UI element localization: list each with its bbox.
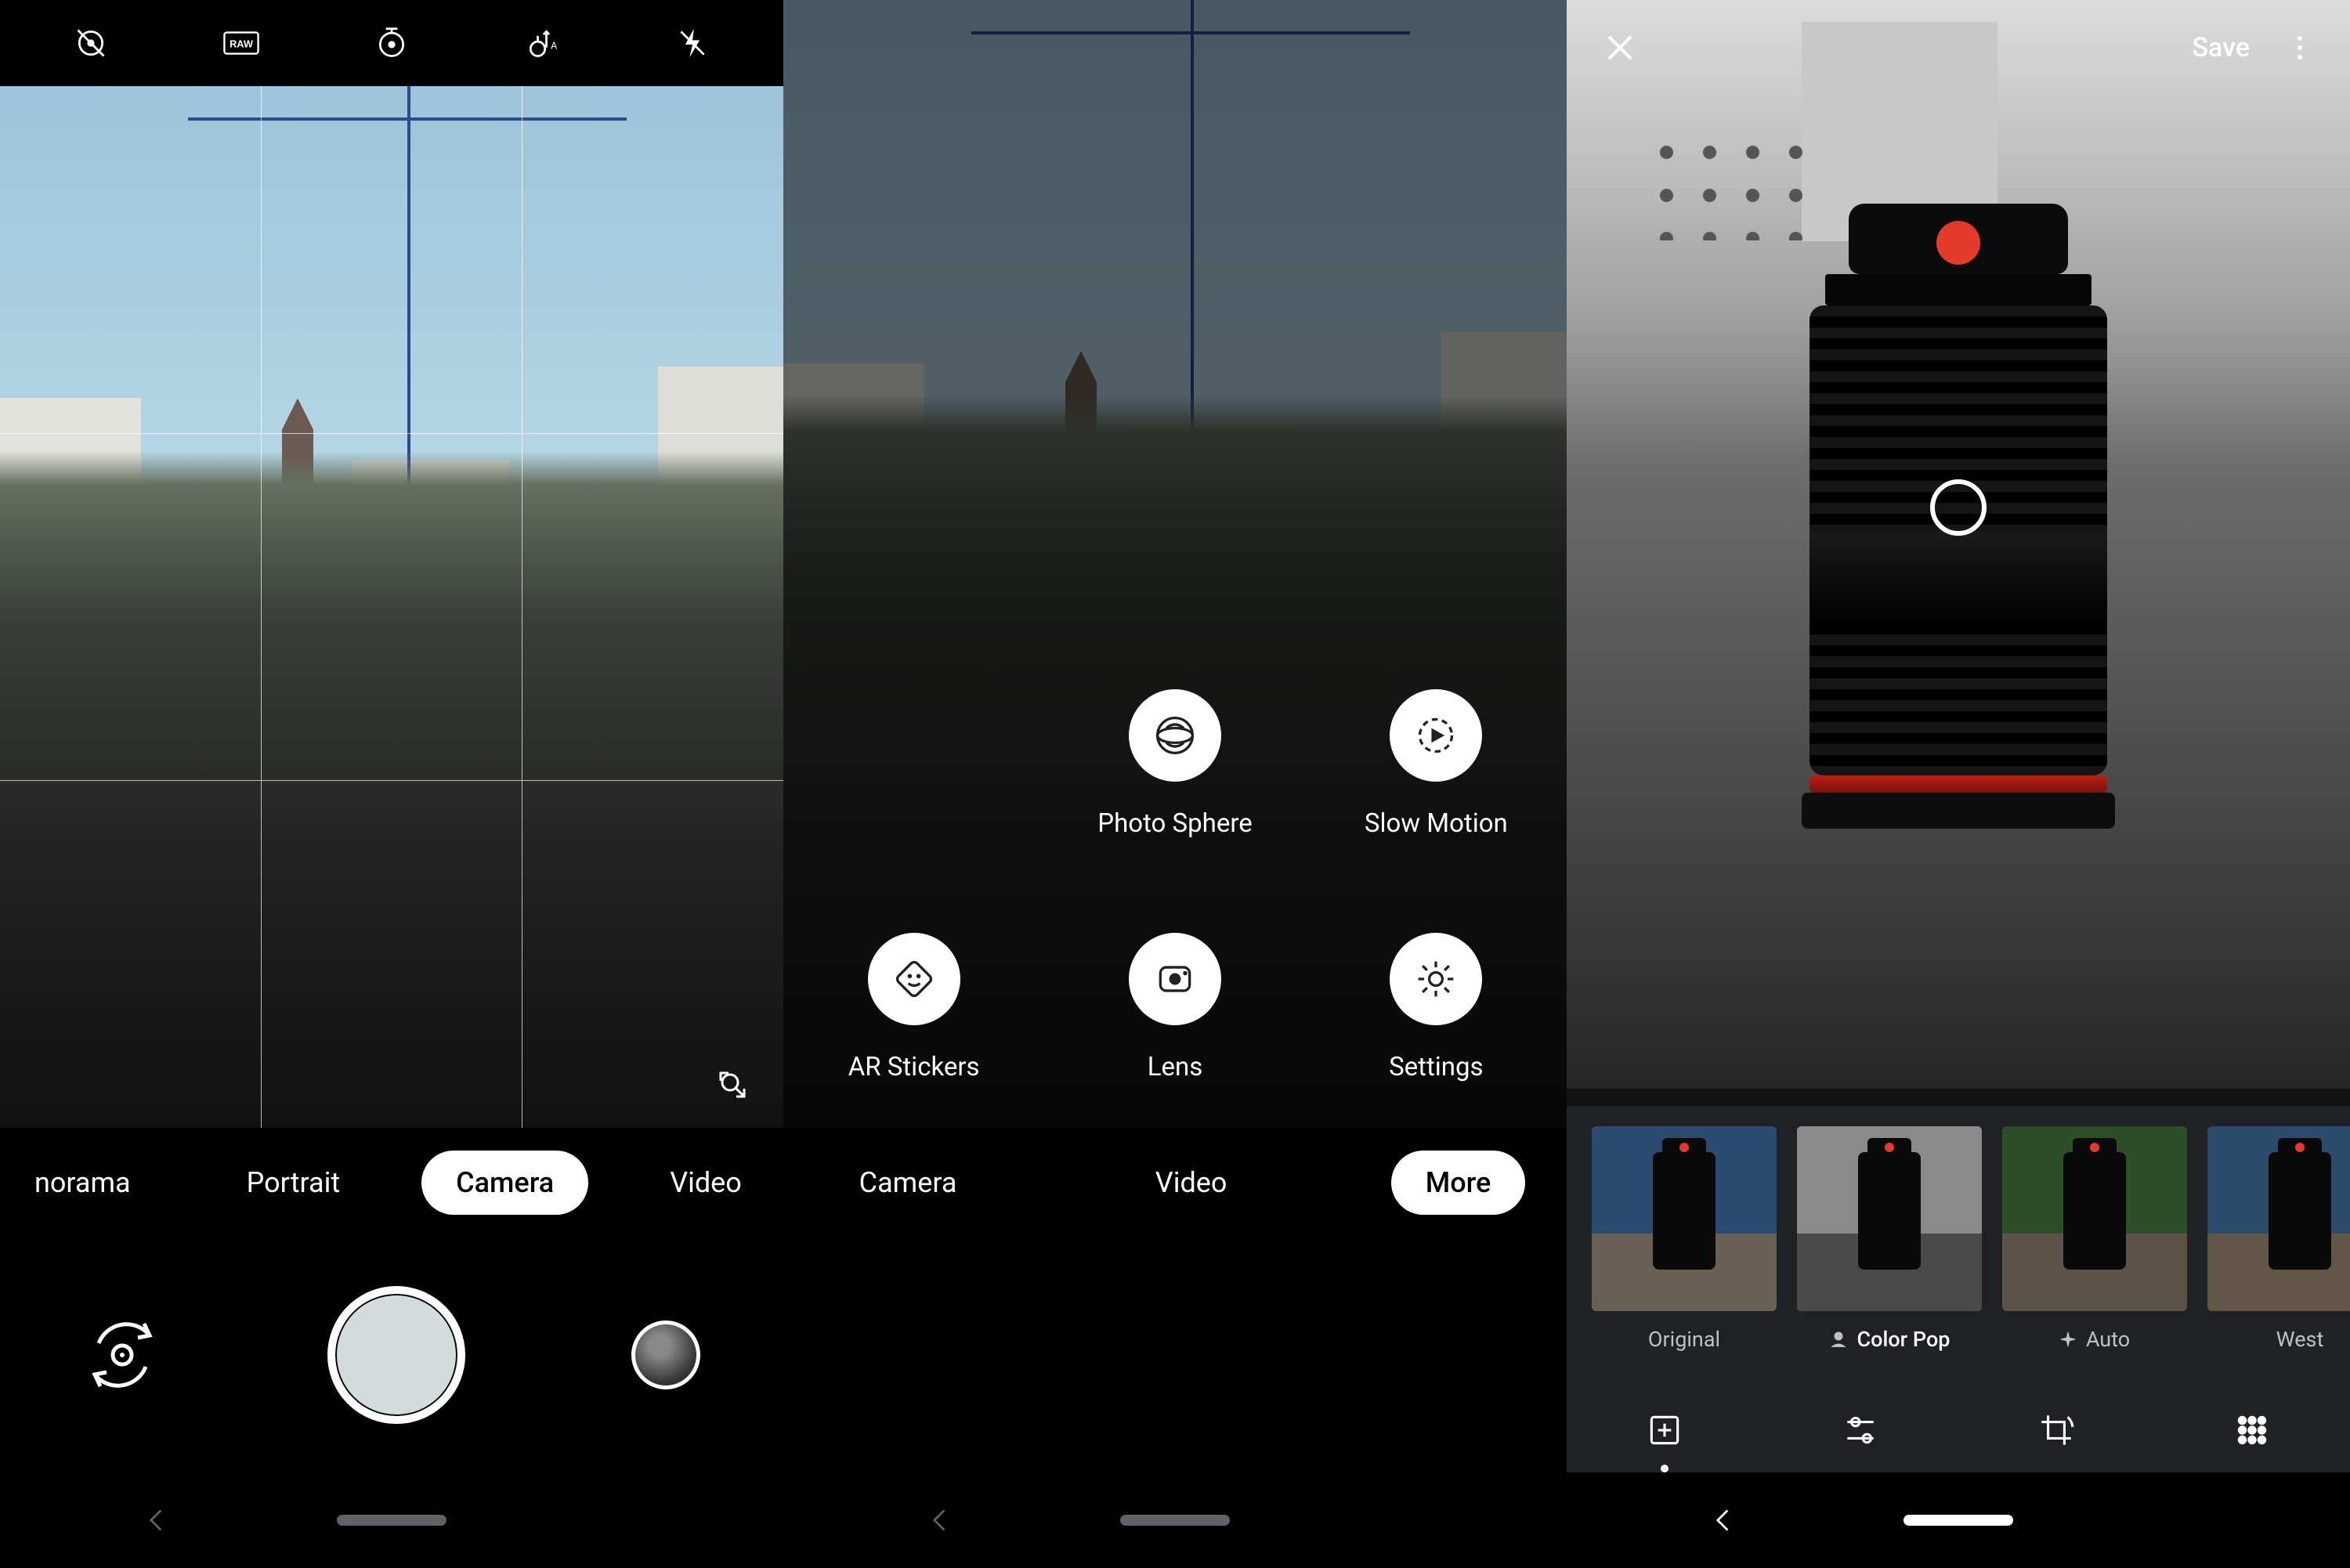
close-icon[interactable] xyxy=(1601,29,1639,67)
viewfinder[interactable] xyxy=(0,86,783,1128)
filter-thumb xyxy=(2002,1126,2187,1311)
gridline xyxy=(0,433,783,434)
editor-preview[interactable] xyxy=(1567,0,2350,1089)
zoom-toggle-icon[interactable] xyxy=(713,1065,754,1106)
switch-camera-button[interactable] xyxy=(83,1316,161,1394)
white-balance-icon[interactable]: A xyxy=(523,24,561,62)
camera-topbar: RAW A xyxy=(0,0,783,86)
crop-rotate-icon xyxy=(2037,1411,2076,1450)
mode-selector[interactable]: norama Portrait Camera Video More xyxy=(0,1128,783,1237)
slow-motion-icon xyxy=(1390,689,1482,782)
mode-ar-stickers[interactable]: AR Stickers xyxy=(848,933,980,1082)
photo-editor: Save Original Color Pop xyxy=(1567,0,2350,1568)
frame-plus-icon xyxy=(1645,1411,1684,1450)
mode-slow-motion[interactable]: Slow Motion xyxy=(1365,689,1508,839)
system-navbar xyxy=(1567,1472,2350,1568)
person-icon xyxy=(1829,1330,1848,1349)
sliders-icon xyxy=(1841,1411,1880,1450)
filter-label: West xyxy=(2276,1327,2324,1352)
adjust-tab[interactable] xyxy=(1837,1407,1884,1454)
flash-off-icon[interactable] xyxy=(674,24,711,62)
sparkle-icon xyxy=(2059,1331,2077,1348)
camera-controls xyxy=(0,1237,783,1472)
mode-video[interactable]: Video xyxy=(1121,1151,1262,1215)
ar-stickers-icon xyxy=(868,933,960,1025)
mode-panorama[interactable]: norama xyxy=(0,1151,165,1215)
crop-tab[interactable] xyxy=(2033,1407,2080,1454)
mode-camera[interactable]: Camera xyxy=(421,1151,588,1215)
lens-icon xyxy=(1129,933,1221,1025)
mode-more[interactable]: More xyxy=(1391,1151,1526,1215)
mode-label: Settings xyxy=(1389,1052,1484,1082)
filter-label: Auto xyxy=(2059,1327,2130,1352)
home-pill[interactable] xyxy=(1120,1515,1230,1526)
filter-thumb xyxy=(1592,1126,1777,1311)
mode-photo-sphere[interactable]: Photo Sphere xyxy=(1097,689,1252,839)
mode-label: Lens xyxy=(1148,1052,1203,1082)
settings-icon xyxy=(1390,933,1482,1025)
gridline xyxy=(261,86,262,1128)
raw-icon[interactable]: RAW xyxy=(222,24,260,62)
more-modes-grid: Photo Sphere Slow Motion AR Stickers Len… xyxy=(783,689,1567,1082)
gridline xyxy=(0,780,783,781)
photo-sphere-icon xyxy=(1129,689,1221,782)
viewfinder-dimmed: Photo Sphere Slow Motion AR Stickers Len… xyxy=(783,0,1567,1128)
last-photo-thumbnail[interactable] xyxy=(631,1321,700,1389)
mode-label: Slow Motion xyxy=(1365,808,1508,839)
more-options-icon[interactable] xyxy=(2284,32,2316,63)
shutter-button[interactable] xyxy=(327,1286,465,1424)
system-navbar xyxy=(783,1472,1567,1568)
mode-portrait[interactable]: Portrait xyxy=(212,1151,374,1215)
filter-label: Original xyxy=(1648,1327,1720,1352)
mode-label: Photo Sphere xyxy=(1097,808,1252,839)
home-pill[interactable] xyxy=(1904,1515,2013,1526)
markup-tab[interactable] xyxy=(2229,1407,2276,1454)
save-button[interactable]: Save xyxy=(2192,32,2250,63)
filter-original[interactable]: Original xyxy=(1592,1126,1777,1352)
back-icon[interactable] xyxy=(1708,1505,1739,1536)
editor-tabs xyxy=(1567,1388,2350,1472)
filter-west[interactable]: West xyxy=(2207,1126,2350,1352)
mode-video[interactable]: Video xyxy=(635,1151,776,1215)
motion-off-icon[interactable] xyxy=(72,24,110,62)
focus-indicator-icon xyxy=(1930,479,1987,536)
home-pill[interactable] xyxy=(337,1515,446,1526)
back-icon[interactable] xyxy=(141,1505,172,1536)
back-icon[interactable] xyxy=(924,1505,956,1536)
mode-camera[interactable]: Camera xyxy=(825,1151,992,1215)
timer-icon[interactable] xyxy=(373,24,410,62)
mode-label: AR Stickers xyxy=(848,1052,980,1082)
filter-label: Color Pop xyxy=(1829,1327,1950,1352)
filter-strip[interactable]: Original Color Pop Auto xyxy=(1567,1106,2350,1388)
mode-settings[interactable]: Settings xyxy=(1389,933,1484,1082)
filter-thumb xyxy=(1797,1126,1982,1311)
camera-app-main: RAW A norama Portrait Camera Video More xyxy=(0,0,783,1568)
editor-topbar: Save xyxy=(1567,0,2350,96)
system-navbar xyxy=(0,1472,783,1568)
mode-lens[interactable]: Lens xyxy=(1129,933,1221,1082)
suggestions-tab[interactable] xyxy=(1641,1407,1688,1454)
filter-thumb xyxy=(2207,1126,2350,1311)
svg-text:RAW: RAW xyxy=(230,38,254,50)
filter-color-pop[interactable]: Color Pop xyxy=(1797,1126,1982,1352)
mode-selector[interactable]: Camera Video More xyxy=(783,1128,1567,1237)
dots-grid-icon xyxy=(2232,1411,2272,1450)
camera-app-more: Photo Sphere Slow Motion AR Stickers Len… xyxy=(783,0,1567,1568)
svg-text:A: A xyxy=(551,40,558,52)
filter-auto[interactable]: Auto xyxy=(2002,1126,2187,1352)
